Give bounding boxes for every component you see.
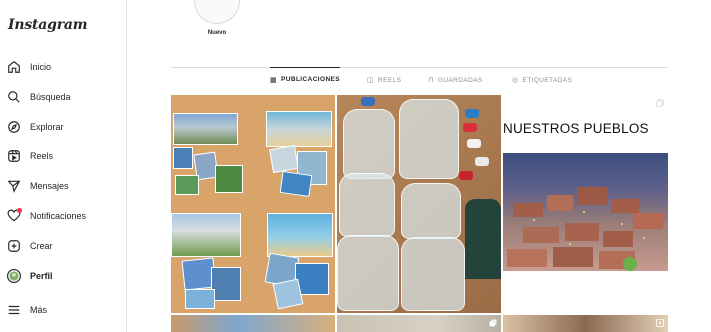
sidebar-item-label: Explorar [30,122,64,132]
post-overlay-text: NUESTROS PUEBLOS [503,121,649,136]
postcard-image [175,175,199,195]
bottle-cap [467,139,481,148]
roof [513,203,543,217]
roof [565,223,599,241]
tab-label: ETIQUETADAS [522,76,573,84]
tag-user-icon: ◎ [512,77,519,84]
roof [507,249,547,267]
highlight-label: Nuevo [207,30,227,36]
tab-publicaciones[interactable]: ▦ PUBLICACIONES [270,67,341,91]
roof [523,227,559,243]
postcard-image [185,289,215,309]
postcard-image [211,267,241,301]
roof [611,199,639,213]
postcard-image [266,111,332,147]
menu-icon [6,302,22,318]
sidebar-item-busqueda[interactable]: Búsqueda [6,86,122,108]
roof [603,231,633,247]
bottle-image [337,235,399,311]
post-tile[interactable] [503,315,668,332]
bottle-cap [475,157,489,166]
postcard-image [171,213,241,257]
roof [547,195,573,211]
reel-play-icon [656,319,664,327]
light [583,211,585,213]
tab-label: GUARDADAS [437,76,483,84]
sidebar-item-reels[interactable]: Reels [6,145,122,167]
profile-main: Nuevo ▦ PUBLICACIONES ◫ REELS ⊓ GUARDADA… [127,0,711,332]
bottle-image [343,109,395,179]
postcard-image [279,171,313,197]
post-tile[interactable] [171,315,335,332]
notification-dot [17,208,22,213]
light [621,223,623,225]
postcard-image [267,213,333,257]
light [569,243,571,245]
post-tile[interactable] [171,95,335,313]
bottle-image [401,237,465,311]
bottle-image [339,173,395,237]
tab-etiquetadas[interactable]: ◎ ETIQUETADAS [512,68,572,92]
bottle-cap [361,97,375,106]
reels-icon: ◫ [367,77,375,84]
light [643,237,645,239]
roof [553,247,593,267]
post-tile[interactable] [337,95,501,313]
compass-icon [6,119,22,135]
highlight-circle[interactable] [194,0,240,24]
tab-reels[interactable]: ◫ REELS [367,68,401,92]
bottle-cap [463,123,477,132]
sidebar-item-label: Mensajes [30,181,69,191]
avatar-icon [6,268,22,284]
sidebar-item-label: Crear [30,241,53,251]
sidebar-item-label: Perfil [30,271,53,281]
postcard-image [269,144,299,174]
postcard-image [173,113,238,145]
search-icon [6,89,22,105]
carousel-icon [489,319,497,327]
reels-icon [6,148,22,164]
village-image [503,153,668,271]
sidebar-item-mas[interactable]: Más [6,299,122,321]
post-tile[interactable] [337,315,501,332]
postcard-image [173,147,193,169]
bottle-image [399,99,459,179]
sidebar: Instagram Inicio Búsqueda Explorar Reels… [0,0,127,332]
sidebar-item-crear[interactable]: Crear [6,235,122,257]
plus-square-icon [6,238,22,254]
tree [623,257,637,271]
postcard-image [215,165,243,193]
instagram-logo[interactable]: Instagram [8,17,88,33]
sidebar-item-label: Más [30,305,48,315]
post-tile[interactable]: NUESTROS PUEBLOS [503,95,668,313]
sidebar-item-label: Notificaciones [30,211,87,221]
carousel-icon [656,99,664,107]
bottle-image [401,183,461,239]
postcard-image [272,278,304,310]
heart-icon [6,208,22,224]
sidebar-item-explorar[interactable]: Explorar [6,116,122,138]
sidebar-item-notificaciones[interactable]: Notificaciones [6,205,122,227]
sidebar-item-label: Reels [30,151,54,161]
bottle-cap [459,171,473,180]
sidebar-item-mensajes[interactable]: Mensajes [6,175,122,197]
dark-bottle [465,199,501,279]
roof [633,213,663,229]
tab-label: REELS [378,76,402,84]
tab-label: PUBLICACIONES [281,76,341,83]
bookmark-icon: ⊓ [428,77,434,84]
send-icon [6,178,22,194]
bottle-cap [465,109,479,118]
sidebar-item-perfil[interactable]: Perfil [6,265,122,287]
sidebar-item-label: Búsqueda [30,92,71,102]
profile-tabs: ▦ PUBLICACIONES ◫ REELS ⊓ GUARDADAS ◎ ET… [171,67,668,92]
sidebar-item-label: Inicio [30,62,52,72]
sidebar-item-inicio[interactable]: Inicio [6,56,122,78]
tab-guardadas[interactable]: ⊓ GUARDADAS [428,68,483,92]
roof [577,187,607,205]
light [533,219,535,221]
grid-icon: ▦ [270,76,278,84]
home-icon [6,59,22,75]
